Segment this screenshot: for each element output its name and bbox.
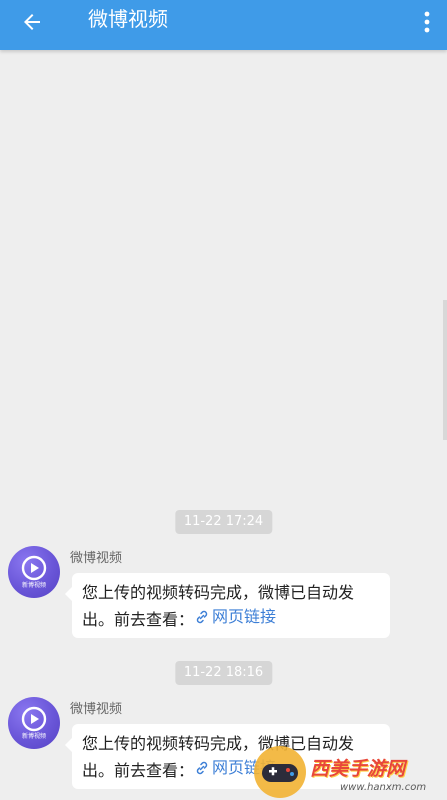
avatar[interactable]: 新博视频 xyxy=(8,546,60,598)
avatar-label: 新博视频 xyxy=(21,733,46,740)
link-label[interactable]: 网页链接 xyxy=(212,605,276,629)
watermark-text: 西美手游网 xyxy=(310,758,406,780)
link-icon xyxy=(196,610,208,624)
web-link[interactable]: 网页链接 xyxy=(194,605,276,629)
timestamp: 11-22 18:16 xyxy=(174,661,273,685)
link-icon xyxy=(196,761,208,775)
more-vertical-icon xyxy=(424,11,430,33)
message-bubble: 您上传的视频转码完成，微博已自动发出。前去查看： 网页链接 xyxy=(65,573,390,638)
avatar[interactable]: 新博视频 xyxy=(8,697,60,749)
timestamp: 11-22 17:24 xyxy=(174,510,273,534)
play-icon xyxy=(21,706,47,732)
arrow-left-icon xyxy=(24,14,40,30)
sender-name: 微博视频 xyxy=(70,702,123,717)
site-watermark: 西美手游网 www.hanxm.com xyxy=(250,740,447,800)
avatar-label: 新博视频 xyxy=(21,582,46,589)
watermark-url: www.hanxm.com xyxy=(340,782,427,793)
page-title: 微博视频 xyxy=(88,7,168,31)
back-button[interactable] xyxy=(10,4,54,40)
more-options-button[interactable] xyxy=(413,4,441,40)
app-header: 微博视频 xyxy=(0,0,447,50)
sender-name: 微博视频 xyxy=(70,551,123,566)
gamepad-logo-icon xyxy=(254,746,306,798)
scrollbar[interactable] xyxy=(443,300,447,440)
play-icon xyxy=(21,555,47,581)
